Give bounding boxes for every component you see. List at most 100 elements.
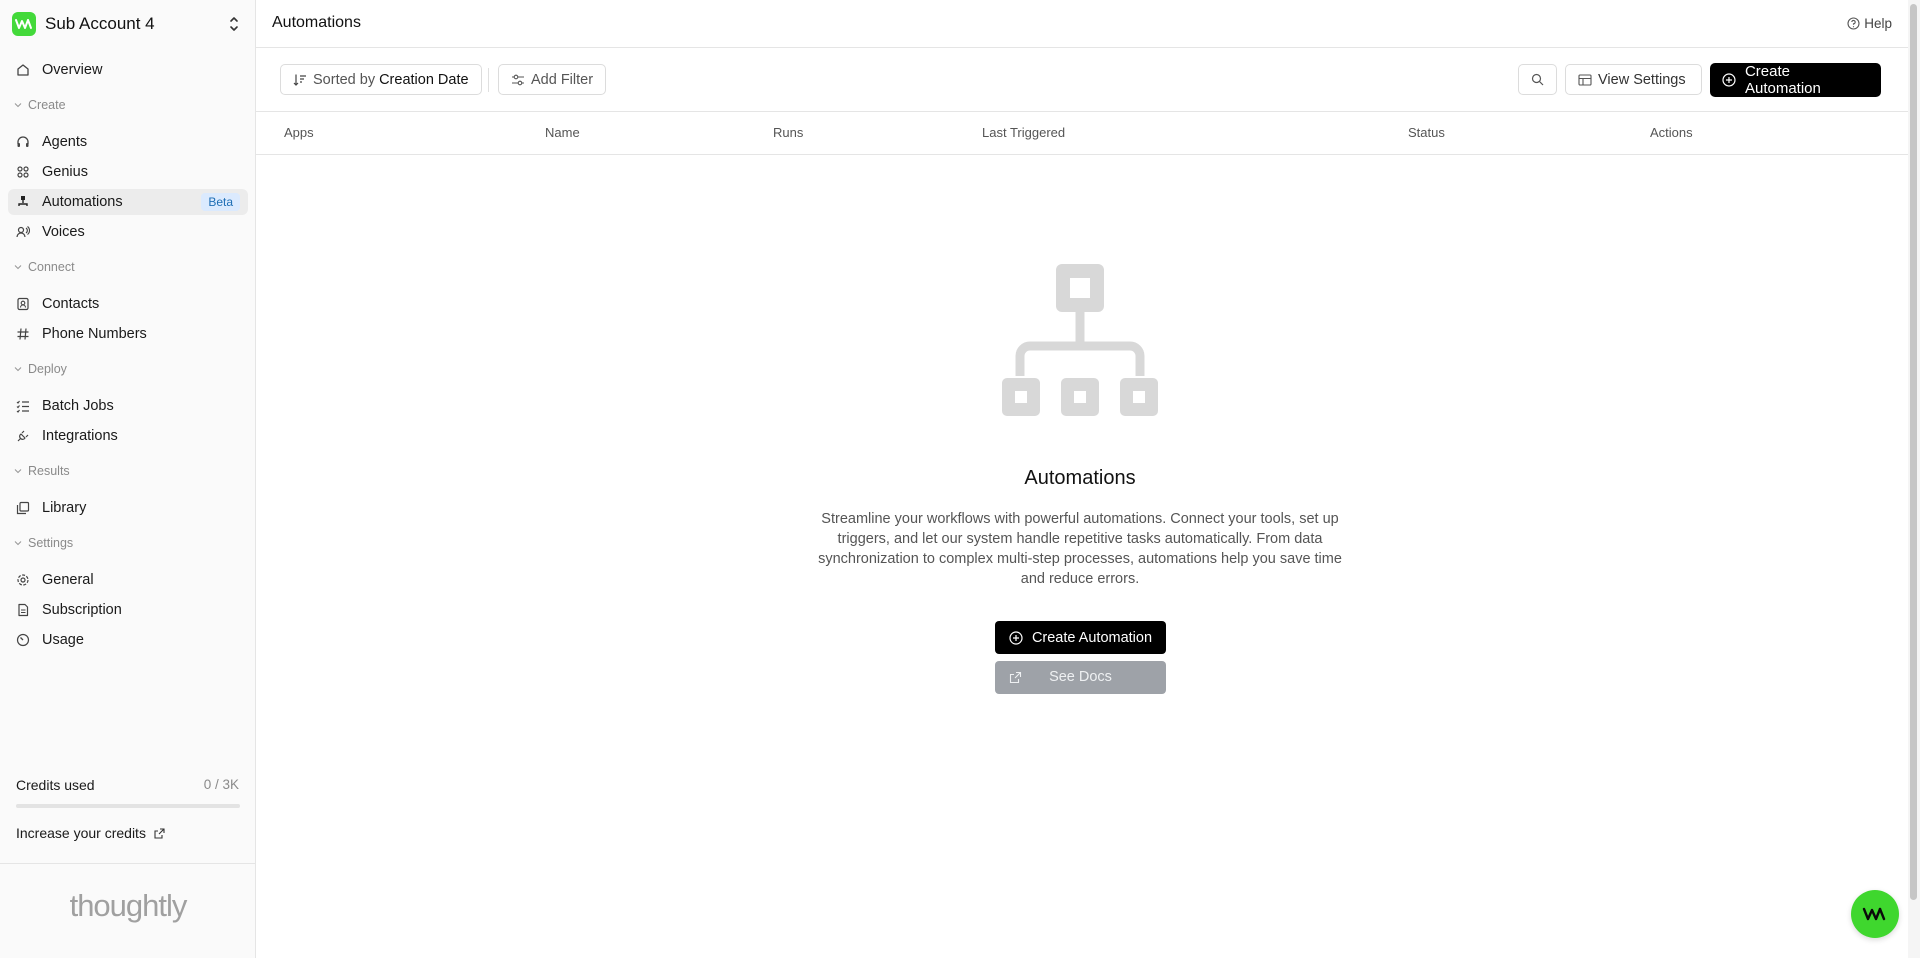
sort-button[interactable]: Sorted by Creation Date <box>280 64 482 95</box>
plus-circle-icon <box>1722 73 1736 87</box>
chevrons-up-down-icon <box>230 17 238 31</box>
section-results[interactable]: Results <box>14 463 70 479</box>
headset-icon <box>17 136 29 147</box>
library-icon <box>16 501 30 515</box>
sidebar-item-label: Integrations <box>42 428 118 444</box>
sidebar-item-label: Usage <box>42 632 84 648</box>
sidebar-item-label: Library <box>42 500 87 516</box>
home-icon <box>17 64 29 76</box>
list-check-icon <box>16 400 29 413</box>
section-create[interactable]: Create <box>14 97 66 113</box>
empty-state-title: Automations <box>1024 467 1136 489</box>
view-settings-button[interactable]: View Settings <box>1565 64 1702 95</box>
sidebar-item-batch-jobs[interactable]: Batch Jobs <box>8 393 248 419</box>
credits-value: 0 / 3K <box>203 777 239 792</box>
section-deploy[interactable]: Deploy <box>14 361 67 377</box>
view-settings-label: View Settings <box>1598 71 1686 88</box>
grid-icon <box>17 166 29 178</box>
add-filter-label: Add Filter <box>531 71 594 88</box>
document-icon <box>18 603 29 617</box>
sidebar-item-label: Phone Numbers <box>42 326 147 342</box>
toolbar-divider <box>488 68 489 92</box>
sidebar-item-label: General <box>42 572 94 588</box>
empty-create-label: Create Automation <box>1031 629 1153 646</box>
sidebar-item-agents[interactable]: Agents <box>8 129 248 155</box>
gear-icon <box>17 574 29 586</box>
section-label: Deploy <box>28 362 67 376</box>
account-name: Sub Account 4 <box>45 14 155 33</box>
chevron-down-icon <box>14 367 22 372</box>
chat-assistant-button[interactable] <box>1851 890 1899 938</box>
sidebar-divider <box>0 863 256 864</box>
search-button[interactable] <box>1518 64 1557 95</box>
external-link-icon <box>154 827 165 839</box>
hash-icon <box>17 328 29 340</box>
add-filter-button[interactable]: Add Filter <box>498 64 607 95</box>
sidebar-item-label: Genius <box>42 164 88 180</box>
toolbar: Sorted by Creation Date Add Filter View … <box>256 48 1908 112</box>
sidebar-item-usage[interactable]: Usage <box>8 627 248 653</box>
sidebar-item-label: Batch Jobs <box>42 398 114 414</box>
sidebar-item-label: Overview <box>42 62 103 78</box>
increase-credits-link[interactable]: Increase your credits <box>16 825 165 841</box>
section-settings[interactable]: Settings <box>14 535 73 551</box>
chevron-down-icon <box>14 541 22 546</box>
sidebar-item-subscription[interactable]: Subscription <box>8 597 248 623</box>
section-label: Settings <box>28 536 74 550</box>
see-docs-label: See Docs <box>1049 669 1112 685</box>
empty-create-automation-button[interactable]: Create Automation <box>995 621 1166 654</box>
sliders-icon <box>512 74 524 85</box>
voice-icon <box>16 226 30 238</box>
credits-label: Credits used <box>16 777 95 793</box>
scrollbar[interactable] <box>1908 0 1920 958</box>
sidebar-item-label: Agents <box>42 134 88 150</box>
sidebar-item-library[interactable]: Library <box>8 495 248 521</box>
help-link[interactable]: Help <box>1847 16 1892 31</box>
column-name[interactable]: Name <box>545 125 580 140</box>
sort-icon <box>293 74 306 86</box>
sidebar-item-overview[interactable]: Overview <box>8 57 248 83</box>
see-docs-button[interactable]: See Docs <box>995 661 1166 694</box>
search-icon <box>1531 73 1544 86</box>
scrollbar-thumb[interactable] <box>1910 4 1917 900</box>
section-connect[interactable]: Connect <box>14 259 75 275</box>
sidebar-item-phone-numbers[interactable]: Phone Numbers <box>8 321 248 347</box>
sort-prefix: Sorted by <box>313 71 376 88</box>
table-icon <box>1578 73 1592 86</box>
column-actions[interactable]: Actions <box>1650 125 1693 140</box>
create-automation-button[interactable]: Create Automation <box>1710 63 1881 97</box>
contacts-icon <box>17 297 29 311</box>
column-status[interactable]: Status <box>1408 125 1445 140</box>
sidebar-item-automations[interactable]: Automations Beta <box>8 189 248 215</box>
section-label: Results <box>28 464 70 478</box>
chevron-down-icon <box>14 469 22 474</box>
brand-logo: thoughtly <box>69 888 188 923</box>
increase-credits-label: Increase your credits <box>16 825 146 841</box>
section-label: Connect <box>28 260 75 274</box>
empty-state-description: Streamline your workflows with powerful … <box>818 511 1342 587</box>
plus-circle-icon <box>1009 630 1023 645</box>
create-automation-label: Create Automation <box>1744 63 1821 97</box>
page-title: Automations <box>272 14 361 31</box>
sidebar-item-voices[interactable]: Voices <box>8 219 248 245</box>
sidebar-item-contacts[interactable]: Contacts <box>8 291 248 317</box>
gauge-icon <box>16 633 30 647</box>
chevron-down-icon <box>14 103 22 108</box>
thoughtly-logo-icon <box>1862 907 1886 921</box>
column-last-triggered[interactable]: Last Triggered <box>982 125 1065 140</box>
account-switcher[interactable]: Sub Account 4 <box>12 12 244 36</box>
table-header: Apps Name Runs Last Triggered Status Act… <box>256 113 1908 155</box>
top-bar: Automations Help <box>256 0 1908 48</box>
thoughtly-logo-icon <box>12 12 36 36</box>
sidebar-item-general[interactable]: General <box>8 567 248 593</box>
section-label: Create <box>28 98 66 112</box>
sort-field: Creation Date <box>379 71 469 88</box>
sidebar-item-integrations[interactable]: Integrations <box>8 423 248 449</box>
column-runs[interactable]: Runs <box>773 125 803 140</box>
sidebar-item-genius[interactable]: Genius <box>8 159 248 185</box>
flow-icon <box>18 196 28 206</box>
sidebar-item-label: Contacts <box>42 296 100 312</box>
beta-badge: Beta <box>201 193 240 211</box>
sidebar-item-label: Voices <box>42 224 85 240</box>
column-apps[interactable]: Apps <box>284 125 314 140</box>
